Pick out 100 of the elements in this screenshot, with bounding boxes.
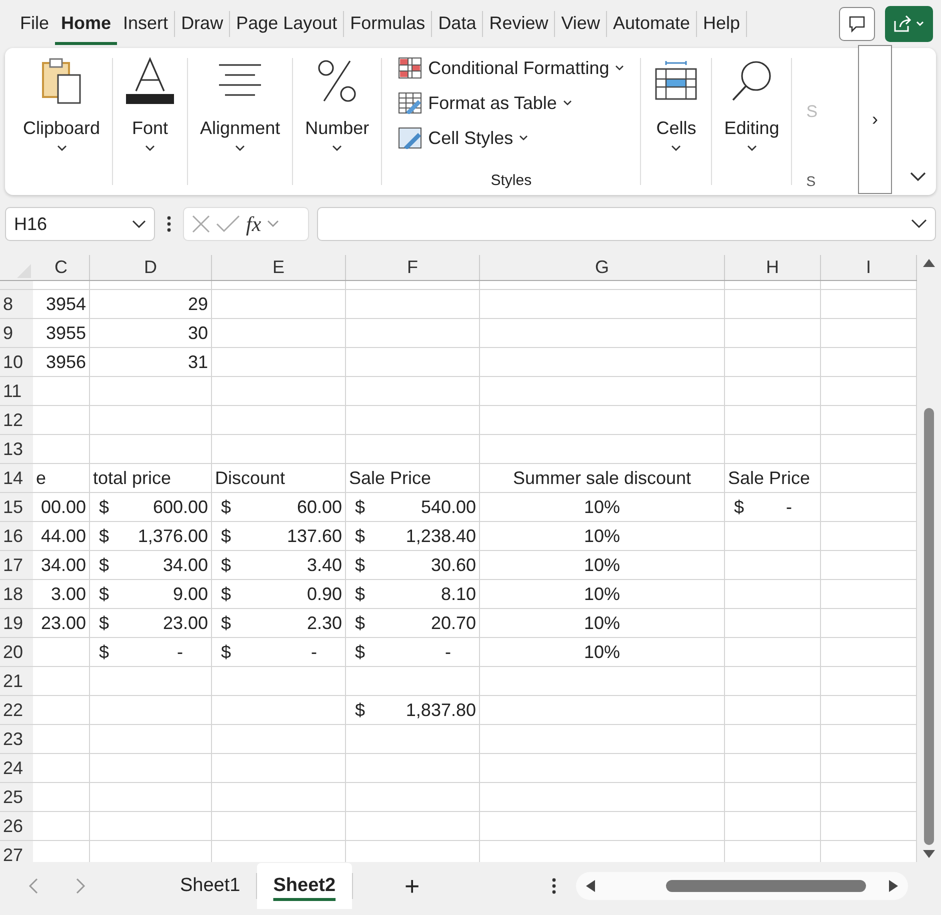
- scroll-right-icon[interactable]: [888, 880, 898, 892]
- row-header[interactable]: 22: [0, 696, 33, 724]
- table-cell-text: 3954: [44, 293, 87, 316]
- scroll-down-icon[interactable]: [923, 850, 935, 858]
- table-cell-text: $ 3.40: [220, 554, 343, 577]
- table-cell-text: 00.00: [40, 496, 87, 519]
- column-header[interactable]: C: [33, 255, 90, 280]
- ribbon-button[interactable]: Font: [113, 48, 188, 195]
- menu-tab[interactable]: Page Layout: [230, 7, 344, 45]
- menu-tab[interactable]: Review: [483, 7, 554, 45]
- chevron-icon: [235, 145, 246, 151]
- name-box[interactable]: H16: [5, 207, 155, 241]
- scroll-left-icon[interactable]: [586, 880, 595, 892]
- menu-tab[interactable]: View: [555, 7, 606, 45]
- row-header[interactable]: 17: [0, 551, 33, 579]
- ribbon-button[interactable]: Format as Table: [398, 92, 624, 114]
- table-cell-text: $ 9.00: [98, 583, 209, 606]
- check-icon[interactable]: [216, 215, 240, 233]
- menu-tab[interactable]: Home: [55, 7, 118, 45]
- cancel-icon[interactable]: [192, 215, 210, 233]
- ribbon-button[interactable]: Conditional Formatting: [398, 57, 624, 79]
- table-cell-text: 10%: [582, 496, 622, 519]
- menu-tab[interactable]: File: [14, 7, 56, 45]
- table-cell-text: Sale Price: [348, 467, 432, 490]
- row-header[interactable]: 26: [0, 812, 33, 840]
- table-cell-text: 10%: [582, 554, 622, 577]
- more-icon[interactable]: [552, 878, 556, 894]
- share-button[interactable]: [885, 6, 933, 42]
- clipboard-icon: [40, 56, 84, 106]
- chevron-icon: [615, 65, 624, 71]
- row-header[interactable]: 12: [0, 406, 33, 434]
- ribbon-button[interactable]: Editing: [712, 48, 792, 195]
- table-cell-text: $ 34.00: [98, 554, 209, 577]
- table-cell-text: $ 8.10: [354, 583, 477, 606]
- group-label: Styles: [490, 172, 532, 189]
- table-cell-text: Discount: [214, 467, 286, 490]
- menu-tab[interactable]: Data: [432, 7, 482, 45]
- row-header[interactable]: 18: [0, 580, 33, 608]
- formula-field[interactable]: [317, 207, 936, 241]
- scroll-right-button[interactable]: ›: [858, 45, 892, 194]
- ribbon-button[interactable]: Alignment: [188, 48, 292, 195]
- chevron-icon: [671, 145, 682, 151]
- row-header[interactable]: 23: [0, 725, 33, 753]
- chevron-icon: [519, 135, 528, 141]
- menu-tab[interactable]: Help: [697, 7, 746, 45]
- scroll-up-icon[interactable]: [923, 259, 935, 267]
- ribbon-button[interactable]: Cell Styles: [398, 127, 624, 149]
- row-header[interactable]: 15: [0, 493, 33, 521]
- table-cell-text: $ 600.00: [98, 496, 209, 519]
- next-sheet-icon[interactable]: [76, 878, 86, 894]
- sheet-tab[interactable]: Sheet2: [257, 863, 352, 909]
- table-cell-text: $ -: [354, 641, 452, 664]
- comment-button[interactable]: [839, 7, 875, 41]
- column-header[interactable]: D: [90, 255, 212, 280]
- column-header[interactable]: E: [212, 255, 346, 280]
- previous-sheet-icon[interactable]: [28, 878, 38, 894]
- row-header[interactable]: 19: [0, 609, 33, 637]
- row-header[interactable]: 10: [0, 348, 33, 376]
- horizontal-scrollbar[interactable]: [576, 872, 908, 900]
- row-header[interactable]: 11: [0, 377, 33, 405]
- ribbon-button[interactable]: Cells: [641, 48, 712, 195]
- row-header[interactable]: 27: [0, 841, 33, 862]
- insert-function-button[interactable]: fx: [246, 212, 262, 236]
- table-cell-text: $ 137.60: [220, 525, 343, 548]
- row-header[interactable]: 20: [0, 638, 33, 666]
- scrollbar-thumb[interactable]: [924, 408, 934, 845]
- sheet-tab[interactable]: Sheet1: [164, 867, 256, 905]
- column-header[interactable]: F: [346, 255, 480, 280]
- column-header[interactable]: G: [480, 255, 725, 280]
- scrollbar-thumb[interactable]: [666, 880, 866, 892]
- table-cell-text: total price: [92, 467, 172, 490]
- menu-tab[interactable]: Automate: [606, 7, 696, 45]
- group-label: S: [806, 102, 818, 122]
- add-sheet-button[interactable]: +: [404, 870, 420, 902]
- chevron-icon: [746, 145, 757, 151]
- column-header[interactable]: H: [725, 255, 821, 280]
- row-header[interactable]: 16: [0, 522, 33, 550]
- cell-styles-icon: [398, 127, 422, 149]
- row-header[interactable]: 8: [0, 290, 33, 318]
- share-icon: [892, 14, 926, 34]
- table-cell-text: 3955: [44, 322, 87, 345]
- row-header[interactable]: 24: [0, 754, 33, 782]
- table-cell-text: 10%: [582, 612, 622, 635]
- table-cell-text: $ 1,837.80: [354, 699, 477, 722]
- ribbon-button[interactable]: Number: [293, 48, 382, 195]
- row-header[interactable]: 14: [0, 464, 33, 492]
- menu-tab[interactable]: Formulas: [344, 7, 432, 45]
- table-cell-text: $ 30.60: [354, 554, 477, 577]
- row-header[interactable]: 21: [0, 667, 33, 695]
- row-header[interactable]: 9: [0, 319, 33, 347]
- table-format-icon: [398, 92, 422, 114]
- menu-tab[interactable]: Draw: [175, 7, 230, 45]
- conditional-formatting-icon: [398, 57, 422, 79]
- ribbon-button[interactable]: Clipboard: [11, 48, 112, 195]
- more-icon[interactable]: [167, 216, 171, 232]
- table-cell-text: $ -: [733, 496, 793, 519]
- row-header[interactable]: 25: [0, 783, 33, 811]
- table-cell-text: $ 23.00: [98, 612, 209, 635]
- menu-tab[interactable]: Insert: [117, 7, 174, 45]
- row-header[interactable]: 13: [0, 435, 33, 463]
